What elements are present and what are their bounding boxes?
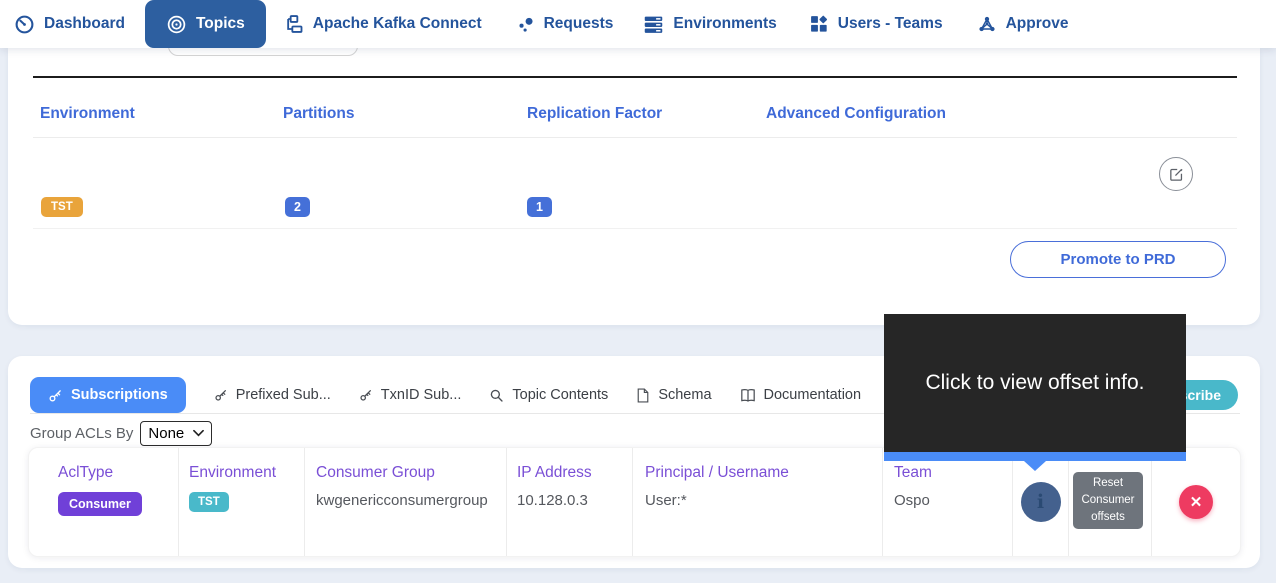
environment-header: Environment — [189, 464, 304, 482]
ip-address-header: IP Address — [517, 464, 632, 482]
team-header: Team — [894, 464, 1012, 482]
offset-info-tooltip: Click to view offset info. — [884, 314, 1186, 452]
top-navbar: Dashboard Topics Apache Kafka Connect Re… — [0, 0, 1276, 48]
column-header-advanced-configuration: Advanced Configuration — [766, 105, 946, 123]
consumer-group-cell: Consumer Group kwgenericconsumergroup — [304, 448, 506, 556]
environment-badge: TST — [41, 197, 83, 217]
search-icon — [489, 388, 504, 403]
reset-consumer-offsets-tooltip: Reset Consumer offsets — [1073, 472, 1143, 529]
topics-bullseye-icon — [166, 14, 187, 35]
principal-cell: Principal / Username User:* — [632, 448, 882, 556]
tab-label: TxnID Sub... — [381, 387, 462, 403]
tab-label: Topic Contents — [512, 387, 608, 403]
partitions-badge: 2 — [285, 197, 310, 217]
tab-label: Schema — [658, 387, 711, 403]
tab-label: Documentation — [764, 387, 862, 403]
column-header-partitions: Partitions — [283, 105, 354, 123]
offset-tooltip-bar — [884, 452, 1186, 461]
open-book-icon — [740, 388, 756, 403]
environment-cell: Environment TST — [178, 448, 304, 556]
acl-table: AclType Consumer Environment TST Consume… — [28, 447, 1241, 557]
edit-topic-button[interactable] — [1159, 157, 1193, 191]
team-value: Ospo — [894, 492, 1012, 509]
nav-item-label: Requests — [544, 15, 614, 33]
grid-squares-icon — [809, 14, 829, 34]
ip-address-value: 10.128.0.3 — [517, 492, 632, 509]
nav-item-requests[interactable]: Requests — [516, 15, 614, 34]
tab-schema[interactable]: Schema — [636, 387, 711, 403]
nav-item-label: Users - Teams — [838, 15, 943, 33]
nav-item-apache-kafka-connect[interactable]: Apache Kafka Connect — [284, 14, 482, 34]
server-stack-icon — [643, 14, 664, 35]
nav-item-label: Environments — [673, 15, 776, 33]
delete-acl-button[interactable]: ✕ — [1179, 485, 1213, 519]
group-acls-selected-value: None — [148, 425, 184, 442]
acl-type-cell: AclType Consumer — [29, 448, 178, 556]
nav-item-label: Dashboard — [44, 15, 125, 33]
delete-acl-cell: ✕ — [1151, 448, 1240, 556]
tab-label: Subscriptions — [71, 387, 168, 403]
nav-item-dashboard[interactable]: Dashboard — [14, 14, 125, 35]
principal-header: Principal / Username — [645, 464, 882, 482]
key-icon — [359, 388, 373, 402]
edit-pencil-icon — [1168, 166, 1185, 183]
network-triangle-icon — [977, 14, 997, 34]
replication-factor-badge: 1 — [527, 197, 552, 217]
nav-item-label: Approve — [1006, 15, 1069, 33]
row-divider — [33, 228, 1237, 229]
tab-prefixed-subscriptions[interactable]: Prefixed Sub... — [214, 387, 331, 403]
nav-item-approve[interactable]: Approve — [977, 14, 1069, 34]
environment-badge: TST — [189, 492, 229, 512]
column-header-replication-factor: Replication Factor — [527, 105, 662, 123]
requests-dots-icon — [516, 15, 535, 34]
nav-item-environments[interactable]: Environments — [643, 14, 776, 35]
nav-item-label: Apache Kafka Connect — [313, 15, 482, 33]
chevron-down-icon — [193, 429, 204, 437]
team-cell: Team Ospo — [882, 448, 1012, 556]
offset-info-button[interactable]: i — [1021, 482, 1061, 522]
column-header-environment: Environment — [40, 105, 135, 123]
tab-subscriptions[interactable]: Subscriptions — [30, 377, 186, 413]
nav-item-topics[interactable]: Topics — [145, 0, 266, 48]
tab-documentation[interactable]: Documentation — [740, 387, 862, 403]
group-acls-select[interactable]: None — [140, 421, 212, 446]
tab-txnid-subscriptions[interactable]: TxnID Sub... — [359, 387, 462, 403]
consumer-group-value: kwgenericconsumergroup — [316, 492, 506, 509]
promote-to-prd-button[interactable]: Promote to PRD — [1010, 241, 1226, 278]
section-divider — [33, 76, 1237, 78]
key-icon — [48, 388, 63, 403]
principal-value: User:* — [645, 492, 882, 509]
tab-label: Prefixed Sub... — [236, 387, 331, 403]
consumer-group-header: Consumer Group — [316, 464, 506, 482]
header-divider — [33, 137, 1237, 138]
group-acls-label: Group ACLs By — [30, 425, 133, 442]
offset-tooltip-caret — [1024, 461, 1046, 471]
info-icon: i — [1037, 491, 1044, 513]
key-icon — [214, 388, 228, 402]
acl-type-header: AclType — [58, 464, 178, 482]
nav-item-users-teams[interactable]: Users - Teams — [809, 14, 943, 34]
topic-overview-card: Environment Partitions Replication Facto… — [8, 48, 1260, 325]
tab-topic-contents[interactable]: Topic Contents — [489, 387, 608, 403]
tab-bar: Subscriptions Prefixed Sub... TxnID Sub.… — [30, 377, 861, 413]
group-acls-control: Group ACLs By None — [30, 418, 212, 448]
acl-type-badge: Consumer — [58, 492, 142, 516]
connect-nodes-icon — [284, 14, 304, 34]
x-icon: ✕ — [1190, 493, 1203, 511]
nav-item-label: Topics — [196, 15, 245, 33]
file-icon — [636, 388, 650, 403]
ip-address-cell: IP Address 10.128.0.3 — [506, 448, 632, 556]
dashboard-gauge-icon — [14, 14, 35, 35]
